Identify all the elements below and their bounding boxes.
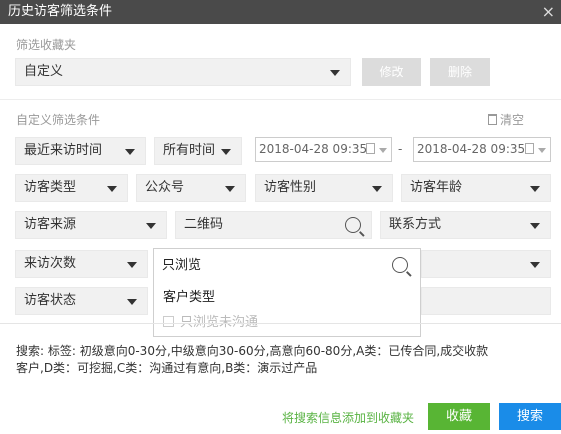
- recent-visit-time-select[interactable]: 最近来访时间: [15, 137, 146, 165]
- popup-search-value: 只浏览: [162, 258, 202, 273]
- popup-search-input[interactable]: 只浏览: [154, 253, 420, 279]
- search-summary: 搜索: 标签: 初级意向0-30分,中级意向30-60分,高意向60-80分,A…: [16, 343, 536, 377]
- summary-line-2: 客户,D类：可挖掘,C类：沟通过有意向,B类：演示过产品: [16, 361, 318, 375]
- all-time-select[interactable]: 所有时间: [154, 137, 242, 165]
- end-date-input[interactable]: 2018-04-28 09:35: [413, 137, 551, 162]
- clear-label: 清空: [500, 113, 525, 127]
- favorites-select[interactable]: 自定义: [15, 58, 351, 86]
- public-account-select[interactable]: 公众号: [136, 174, 246, 202]
- qr-code-search-input[interactable]: 二维码: [175, 211, 372, 239]
- contact-method-select[interactable]: 联系方式: [380, 211, 551, 239]
- search-icon[interactable]: [345, 217, 361, 233]
- date-separator: -: [398, 142, 403, 156]
- visit-count-select[interactable]: 来访次数: [15, 250, 148, 278]
- edit-button[interactable]: 修改: [362, 58, 421, 86]
- section-divider: [0, 99, 561, 100]
- add-to-favorites-link[interactable]: 将搜索信息添加到收藏夹: [282, 409, 414, 426]
- summary-line-1: 搜索: 标签: 初级意向0-30分,中级意向30-60分,高意向60-80分,A…: [16, 344, 489, 358]
- collect-button[interactable]: 收藏: [428, 403, 490, 430]
- hidden-filter-input[interactable]: [421, 287, 551, 315]
- dialog-titlebar: 历史访客筛选条件 ×: [0, 0, 561, 24]
- dialog-title: 历史访客筛选条件: [8, 4, 113, 19]
- qr-code-label: 二维码: [184, 217, 224, 232]
- trash-icon: [488, 114, 497, 125]
- visitor-source-select[interactable]: 访客来源: [15, 211, 167, 239]
- close-icon[interactable]: ×: [542, 0, 555, 24]
- start-date-input[interactable]: 2018-04-28 09:35: [255, 137, 392, 162]
- start-date-value: 2018-04-28 09:35: [259, 142, 368, 156]
- calendar-icon[interactable]: [366, 143, 375, 154]
- custom-filter-label: 自定义筛选条件: [16, 113, 101, 127]
- visitor-gender-select[interactable]: 访客性别: [255, 174, 393, 202]
- delete-button[interactable]: 删除: [430, 58, 490, 86]
- visitor-status-select[interactable]: 访客状态: [15, 287, 148, 315]
- search-icon[interactable]: [392, 257, 408, 273]
- customer-type-option[interactable]: 客户类型: [163, 286, 215, 305]
- favorites-label: 筛选收藏夹: [16, 38, 77, 52]
- checkbox-icon[interactable]: [163, 316, 174, 327]
- browse-only-option[interactable]: 只浏览未沟通: [163, 311, 258, 330]
- end-date-value: 2018-04-28 09:35: [417, 142, 526, 156]
- clear-button[interactable]: 清空: [488, 111, 524, 128]
- visitor-age-select[interactable]: 访客年龄: [401, 174, 551, 202]
- calendar-icon[interactable]: [525, 143, 534, 154]
- search-button[interactable]: 搜索: [499, 403, 561, 430]
- visitor-type-select[interactable]: 访客类型: [15, 174, 128, 202]
- visitor-filter-dialog: 历史访客筛选条件 × 筛选收藏夹 自定义 修改 删除 自定义筛选条件 清空 最近…: [0, 0, 561, 434]
- hidden-filter-select[interactable]: [421, 250, 551, 278]
- summary-divider: [0, 323, 561, 324]
